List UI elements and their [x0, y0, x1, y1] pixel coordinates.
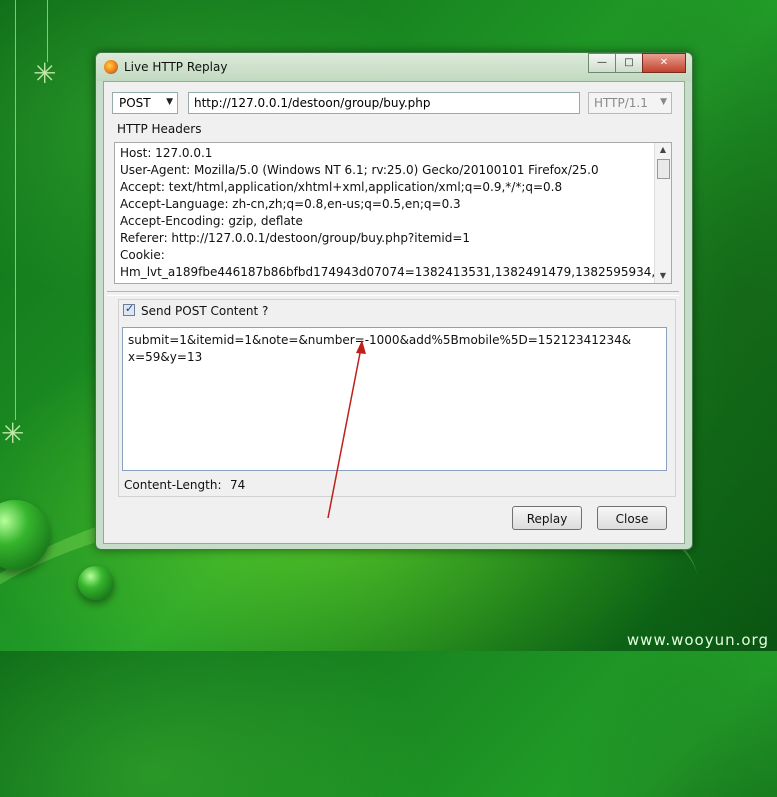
minimize-icon[interactable]: — — [588, 53, 616, 73]
header-line: Hm_lvt_a189fbe446187b86bfbd174943d07074=… — [120, 265, 672, 279]
send-post-label: Send POST Content ? — [141, 304, 269, 318]
chevron-down-icon: ▼ — [166, 97, 173, 107]
post-content-textarea[interactable]: submit=1&itemid=1&note=&number=-1000&add… — [122, 327, 667, 471]
scroll-up-icon[interactable]: ▲ — [655, 143, 671, 157]
title-bar[interactable]: Live HTTP Replay — □ ✕ — [96, 53, 692, 81]
url-input[interactable]: http://127.0.0.1/destoon/group/buy.php — [188, 92, 580, 114]
spider-thread — [15, 0, 16, 420]
http-version-select: HTTP/1.1 ▼ — [588, 92, 672, 114]
firefox-icon — [104, 60, 118, 74]
method-select[interactable]: POST ▼ — [112, 92, 178, 114]
replay-button[interactable]: Replay — [512, 506, 582, 530]
post-content-line: x=59&y=13 — [128, 350, 203, 364]
scroll-down-icon[interactable]: ▼ — [655, 269, 671, 283]
pane-splitter[interactable] — [107, 291, 679, 296]
header-line: Host: 127.0.0.1 — [120, 146, 213, 160]
header-line: Referer: http://127.0.0.1/destoon/group/… — [120, 231, 471, 245]
method-value: POST — [119, 96, 151, 110]
send-post-checkbox[interactable] — [123, 302, 135, 316]
close-icon[interactable]: ✕ — [642, 53, 686, 73]
header-line: Accept-Language: zh-cn,zh;q=0.8,en-us;q=… — [120, 197, 461, 211]
headers-scrollbar[interactable]: ▲ ▼ — [654, 143, 671, 283]
content-length-value: 74 — [230, 478, 246, 492]
headers-textarea[interactable]: Host: 127.0.0.1 User-Agent: Mozilla/5.0 … — [114, 142, 672, 284]
headers-label: HTTP Headers — [117, 122, 202, 136]
header-line: Accept-Encoding: gzip, deflate — [120, 214, 303, 228]
chevron-down-icon: ▼ — [660, 97, 667, 107]
content-length-label: Content-Length: — [124, 478, 222, 492]
header-line: Cookie: — [120, 248, 165, 262]
header-line: User-Agent: Mozilla/5.0 (Windows NT 6.1;… — [120, 163, 599, 177]
spider-thread — [47, 0, 48, 62]
post-content-line: submit=1&itemid=1&note=&number=-1000&add… — [128, 333, 632, 347]
window-controls: — □ ✕ — [588, 53, 686, 73]
close-button[interactable]: Close — [597, 506, 667, 530]
scrollbar-thumb[interactable] — [657, 159, 670, 179]
spider-icon: ✳ — [33, 57, 57, 90]
dialog-body: POST ▼ http://127.0.0.1/destoon/group/bu… — [103, 81, 685, 544]
live-http-replay-window: Live HTTP Replay — □ ✕ POST ▼ http://127… — [95, 52, 693, 550]
header-line: Accept: text/html,application/xhtml+xml,… — [120, 180, 563, 194]
desktop-bubble — [78, 566, 114, 600]
spider-icon: ✳ — [1, 417, 25, 450]
maximize-icon[interactable]: □ — [615, 53, 643, 73]
watermark: www.wooyun.org — [626, 631, 769, 649]
window-title: Live HTTP Replay — [124, 60, 228, 74]
http-version-value: HTTP/1.1 — [594, 96, 648, 110]
